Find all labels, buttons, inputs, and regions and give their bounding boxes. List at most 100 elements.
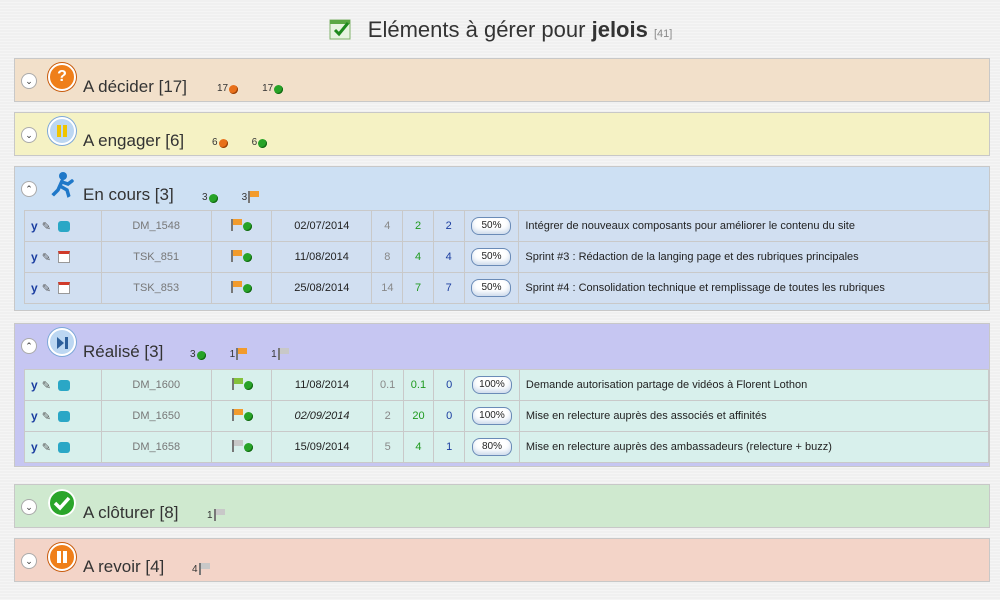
cube-icon[interactable] (57, 220, 70, 232)
check-icon (48, 489, 76, 517)
item-date: 02/07/2014 (271, 210, 373, 242)
badge-flag-grey[interactable]: 4 (192, 563, 210, 575)
item-n1: 0.1 (371, 369, 404, 401)
item-n2: 0.1 (402, 369, 435, 401)
y-icon[interactable]: y (31, 378, 38, 392)
section-a-engager: ⌄ A engager [6] 6 6 (14, 112, 990, 156)
green-circle-icon (243, 252, 253, 262)
orange-flag-icon (236, 348, 248, 360)
badge-flag-grey[interactable]: 1 (207, 509, 225, 521)
pause-icon (48, 117, 76, 145)
badge-flag-grey[interactable]: 1 (271, 348, 289, 360)
badge-orange[interactable]: 17 (217, 83, 239, 94)
section-label: A revoir [4] (83, 557, 165, 576)
item-code[interactable]: DM_1650 (100, 400, 212, 432)
badge-flag-orange[interactable]: 1 (230, 348, 248, 360)
edit-icon[interactable]: ✎ (42, 410, 54, 423)
badge-green[interactable]: 17 (262, 83, 284, 94)
item-n2: 4 (402, 431, 435, 463)
progress-pill: 100% (471, 407, 512, 425)
item-code[interactable]: DM_1548 (100, 210, 212, 242)
table-row[interactable]: y ✎ DM_1658 15/09/2014 5 4 1 80% Mise en … (24, 431, 990, 463)
item-description[interactable]: Sprint #4 : Consolidation technique et r… (518, 272, 989, 304)
table-row[interactable]: y ✎ DM_1600 11/08/2014 0.1 0.1 0 100% Dem… (24, 369, 990, 401)
item-code[interactable]: DM_1658 (100, 431, 212, 463)
page-title: Eléments à gérer pour jelois [41] (0, 10, 1000, 50)
item-code[interactable]: DM_1600 (100, 369, 212, 401)
toggle-button[interactable]: ⌄ (21, 73, 37, 89)
item-date: 11/08/2014 (271, 369, 373, 401)
y-icon[interactable]: y (31, 250, 38, 264)
item-description[interactable]: Sprint #3 : Rédaction de la langing page… (518, 241, 989, 273)
item-n2: 4 (402, 241, 434, 273)
progress-pill: 100% (471, 376, 512, 394)
en-cours-table: y ✎ DM_1548 02/07/2014 4 2 2 50% Intégrer… (24, 210, 989, 304)
title-count: [41] (653, 28, 673, 40)
cube-icon[interactable] (57, 410, 70, 422)
item-description[interactable]: Mise en relecture auprès des associés et… (518, 400, 990, 432)
badge-orange[interactable]: 6 (212, 137, 228, 148)
section-label: A clôturer [8] (83, 503, 179, 522)
item-code[interactable]: TSK_851 (100, 241, 212, 273)
calendar-icon[interactable] (57, 251, 70, 263)
calendar-icon[interactable] (57, 282, 70, 294)
section-a-cloturer: ⌄ A clôturer [8] 1 (14, 484, 990, 528)
y-icon[interactable]: y (31, 409, 38, 423)
checklist-icon (329, 19, 351, 40)
green-circle-icon (243, 283, 253, 293)
table-row[interactable]: y ✎ TSK_851 11/08/2014 8 4 4 50% Sprint #… (24, 241, 989, 273)
question-icon: ? (48, 63, 76, 91)
table-row[interactable]: y ✎ TSK_853 25/08/2014 14 7 7 50% Sprint … (24, 272, 989, 304)
item-n3: 4 (432, 241, 465, 273)
toggle-button[interactable]: ⌄ (21, 499, 37, 515)
section-label: A engager [6] (83, 131, 185, 150)
y-icon[interactable]: y (31, 440, 38, 454)
item-n3: 2 (432, 210, 465, 242)
table-row[interactable]: y ✎ DM_1548 02/07/2014 4 2 2 50% Intégrer… (24, 210, 989, 242)
item-n2: 2 (402, 210, 434, 242)
item-n1: 5 (371, 431, 404, 463)
progress-pill: 50% (471, 248, 512, 266)
toggle-button[interactable]: ⌃ (21, 181, 37, 197)
orange-flag-icon (231, 408, 243, 421)
edit-icon[interactable]: ✎ (42, 282, 54, 295)
item-n3: 7 (432, 272, 465, 304)
grey-flag-icon (198, 563, 210, 575)
cube-icon[interactable] (57, 441, 70, 453)
section-label: En cours [3] (83, 185, 174, 204)
y-icon[interactable]: y (31, 281, 38, 295)
green-circle-icon (274, 85, 284, 94)
edit-icon[interactable]: ✎ (42, 220, 54, 233)
item-description[interactable]: Intégrer de nouveaux composants pour amé… (518, 210, 989, 242)
section-a-decider: ⌄ ? A décider [17] 17 17 (14, 58, 990, 102)
edit-icon[interactable]: ✎ (42, 379, 54, 392)
item-date: 11/08/2014 (271, 241, 373, 273)
item-description[interactable]: Demande autorisation partage de vidéos à… (518, 369, 990, 401)
green-circle-icon (258, 139, 268, 148)
orange-circle-icon (218, 139, 228, 148)
toggle-button[interactable]: ⌃ (21, 338, 37, 354)
progress-pill: 50% (471, 217, 512, 235)
realise-table: y ✎ DM_1600 11/08/2014 0.1 0.1 0 100% Dem… (24, 369, 990, 463)
cube-icon[interactable] (57, 379, 70, 391)
item-code[interactable]: TSK_853 (100, 272, 212, 304)
item-date: 25/08/2014 (271, 272, 373, 304)
green-flag-icon (231, 377, 243, 390)
toggle-button[interactable]: ⌄ (21, 127, 37, 143)
badge-flag[interactable]: 3 (242, 191, 260, 203)
toggle-button[interactable]: ⌄ (21, 553, 37, 569)
green-circle-icon (196, 351, 206, 360)
item-n3: 0 (433, 369, 466, 401)
table-row[interactable]: y ✎ DM_1650 02/09/2014 2 20 0 100% Mise e… (24, 400, 990, 432)
pause-circle-icon (48, 543, 76, 571)
edit-icon[interactable]: ✎ (42, 441, 54, 454)
y-icon[interactable]: y (31, 219, 38, 233)
progress-pill: 50% (471, 279, 512, 297)
item-description[interactable]: Mise en relecture auprès des ambassadeur… (518, 431, 990, 463)
edit-icon[interactable]: ✎ (42, 251, 54, 264)
badge-green[interactable]: 6 (252, 137, 268, 148)
badge-green[interactable]: 3 (190, 348, 206, 360)
badge-green[interactable]: 3 (202, 191, 218, 203)
item-n3: 1 (433, 431, 466, 463)
orange-flag-icon (248, 191, 260, 203)
